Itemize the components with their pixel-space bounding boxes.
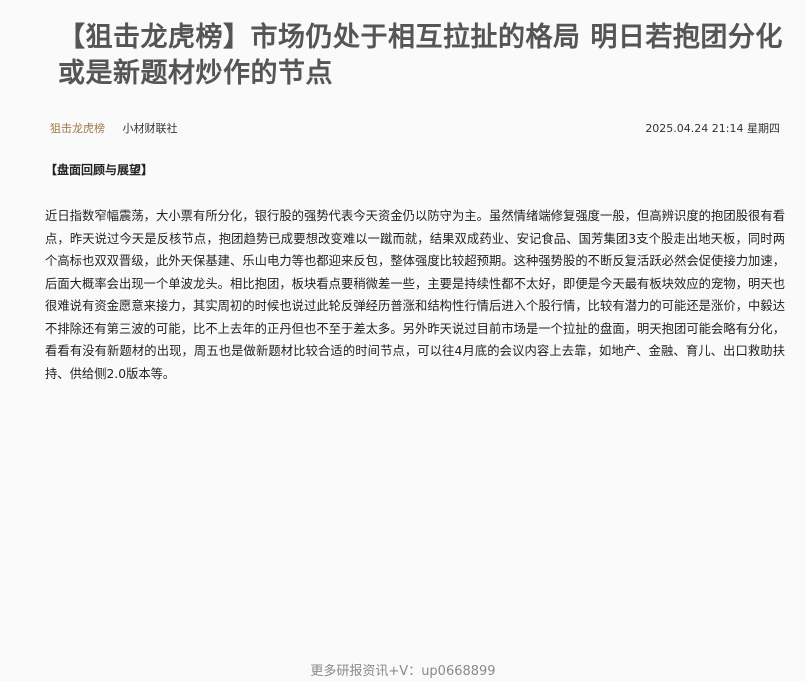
footer-watermark: 更多研报资讯+V：up0668899 xyxy=(310,664,496,679)
article-title: 【狙击龙虎榜】市场仍处于相互拉扯的格局 明日若抱团分化或是新题材炒作的节点 xyxy=(58,22,783,89)
section-heading: 【盘面回顾与展望】 xyxy=(45,163,154,177)
article-page: 【狙击龙虎榜】市场仍处于相互拉扯的格局 明日若抱团分化或是新题材炒作的节点 狙击… xyxy=(0,0,806,681)
column-link[interactable]: 狙击龙虎榜 xyxy=(50,122,105,135)
author-name[interactable]: 小材财联社 xyxy=(123,122,178,135)
article-meta: 狙击龙虎榜 小材财联社 2025.04.24 21:14 星期四 xyxy=(50,121,780,137)
publish-timestamp: 2025.04.24 21:14 星期四 xyxy=(645,122,780,135)
article-body: 近日指数窄幅震荡，大小票有所分化，银行股的强势代表今天资金仍以防守为主。虽然情绪… xyxy=(45,209,785,381)
